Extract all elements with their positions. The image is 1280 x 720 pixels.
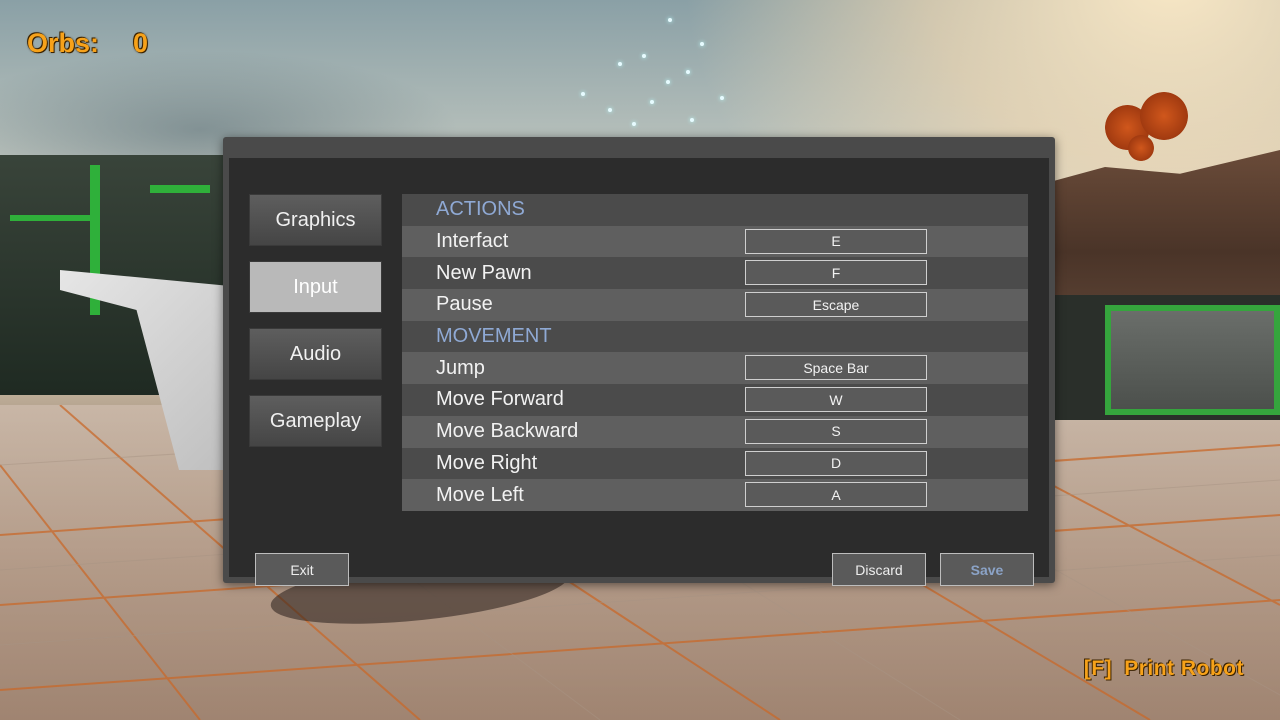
print-robot-hint: [F] Print Robot bbox=[1084, 657, 1244, 681]
binding-row-move-forward: Move Forward W bbox=[402, 384, 1028, 416]
binding-key-button[interactable]: F bbox=[745, 260, 927, 286]
door-structure bbox=[1055, 295, 1280, 420]
particle bbox=[608, 108, 612, 112]
section-label: MOVEMENT bbox=[436, 325, 552, 348]
binding-key-button[interactable]: Space Bar bbox=[745, 355, 927, 381]
settings-panel: Graphics Input Audio Gameplay ACTIONS In… bbox=[229, 158, 1049, 586]
binding-row-move-left: Move Left A bbox=[402, 479, 1028, 511]
tab-graphics[interactable]: Graphics bbox=[249, 194, 382, 246]
binding-key-button[interactable]: S bbox=[745, 418, 927, 444]
binding-key-button[interactable]: E bbox=[745, 228, 927, 254]
particle bbox=[581, 92, 585, 96]
tab-label: Audio bbox=[289, 342, 342, 365]
particle bbox=[686, 70, 690, 74]
particle bbox=[666, 80, 670, 84]
orbs-counter: Orbs: 0 bbox=[27, 28, 148, 59]
key-bindings-list: ACTIONS Interfact E New Pawn F Pause Esc… bbox=[402, 194, 1028, 511]
particle bbox=[632, 122, 636, 126]
settings-window: Graphics Input Audio Gameplay ACTIONS In… bbox=[223, 137, 1055, 586]
section-label: ACTIONS bbox=[436, 198, 525, 221]
tab-audio[interactable]: Audio bbox=[249, 328, 382, 380]
tab-gameplay[interactable]: Gameplay bbox=[249, 395, 382, 447]
tab-label: Gameplay bbox=[269, 409, 362, 432]
particle bbox=[642, 54, 646, 58]
binding-key-button[interactable]: W bbox=[745, 387, 927, 413]
settings-tabs: Graphics Input Audio Gameplay bbox=[249, 194, 382, 462]
binding-row-interfact: Interfact E bbox=[402, 225, 1028, 258]
binding-label: Move Left bbox=[436, 483, 524, 506]
binding-row-move-right: Move Right D bbox=[402, 447, 1028, 480]
print-robot-key: [F] bbox=[1083, 657, 1113, 680]
particle bbox=[690, 118, 694, 122]
binding-row-pause: Pause Escape bbox=[402, 289, 1028, 321]
section-header-movement: MOVEMENT bbox=[402, 320, 1028, 353]
section-header-actions: ACTIONS bbox=[402, 194, 1028, 226]
binding-row-new-pawn: New Pawn F bbox=[402, 257, 1028, 290]
particle bbox=[700, 42, 704, 46]
particle bbox=[650, 100, 654, 104]
binding-label: Pause bbox=[436, 293, 493, 316]
alien-tree bbox=[1140, 92, 1188, 140]
binding-row-jump: Jump Space Bar bbox=[402, 352, 1028, 385]
orbs-value: 0 bbox=[133, 28, 149, 58]
particle bbox=[720, 96, 724, 100]
binding-key-button[interactable]: Escape bbox=[745, 292, 927, 318]
alien-tree bbox=[1128, 135, 1154, 161]
binding-label: Interfact bbox=[436, 230, 509, 253]
tab-label: Graphics bbox=[275, 208, 356, 231]
binding-label: Move Right bbox=[436, 451, 538, 474]
binding-label: Jump bbox=[436, 356, 485, 379]
binding-label: Move Forward bbox=[436, 388, 564, 411]
binding-row-move-backward: Move Backward S bbox=[402, 415, 1028, 448]
orbs-label: Orbs: bbox=[27, 28, 100, 58]
print-robot-label: Print Robot bbox=[1124, 657, 1244, 680]
binding-label: New Pawn bbox=[436, 261, 532, 284]
tab-label: Input bbox=[293, 275, 338, 298]
exit-button[interactable]: Exit bbox=[255, 553, 349, 586]
particle bbox=[668, 18, 672, 22]
discard-button[interactable]: Discard bbox=[832, 553, 926, 586]
save-button[interactable]: Save bbox=[940, 553, 1034, 586]
tab-input[interactable]: Input bbox=[249, 261, 382, 313]
binding-label: Move Backward bbox=[436, 420, 579, 443]
binding-key-button[interactable]: A bbox=[745, 482, 927, 508]
particle bbox=[618, 62, 622, 66]
binding-key-button[interactable]: D bbox=[745, 450, 927, 476]
